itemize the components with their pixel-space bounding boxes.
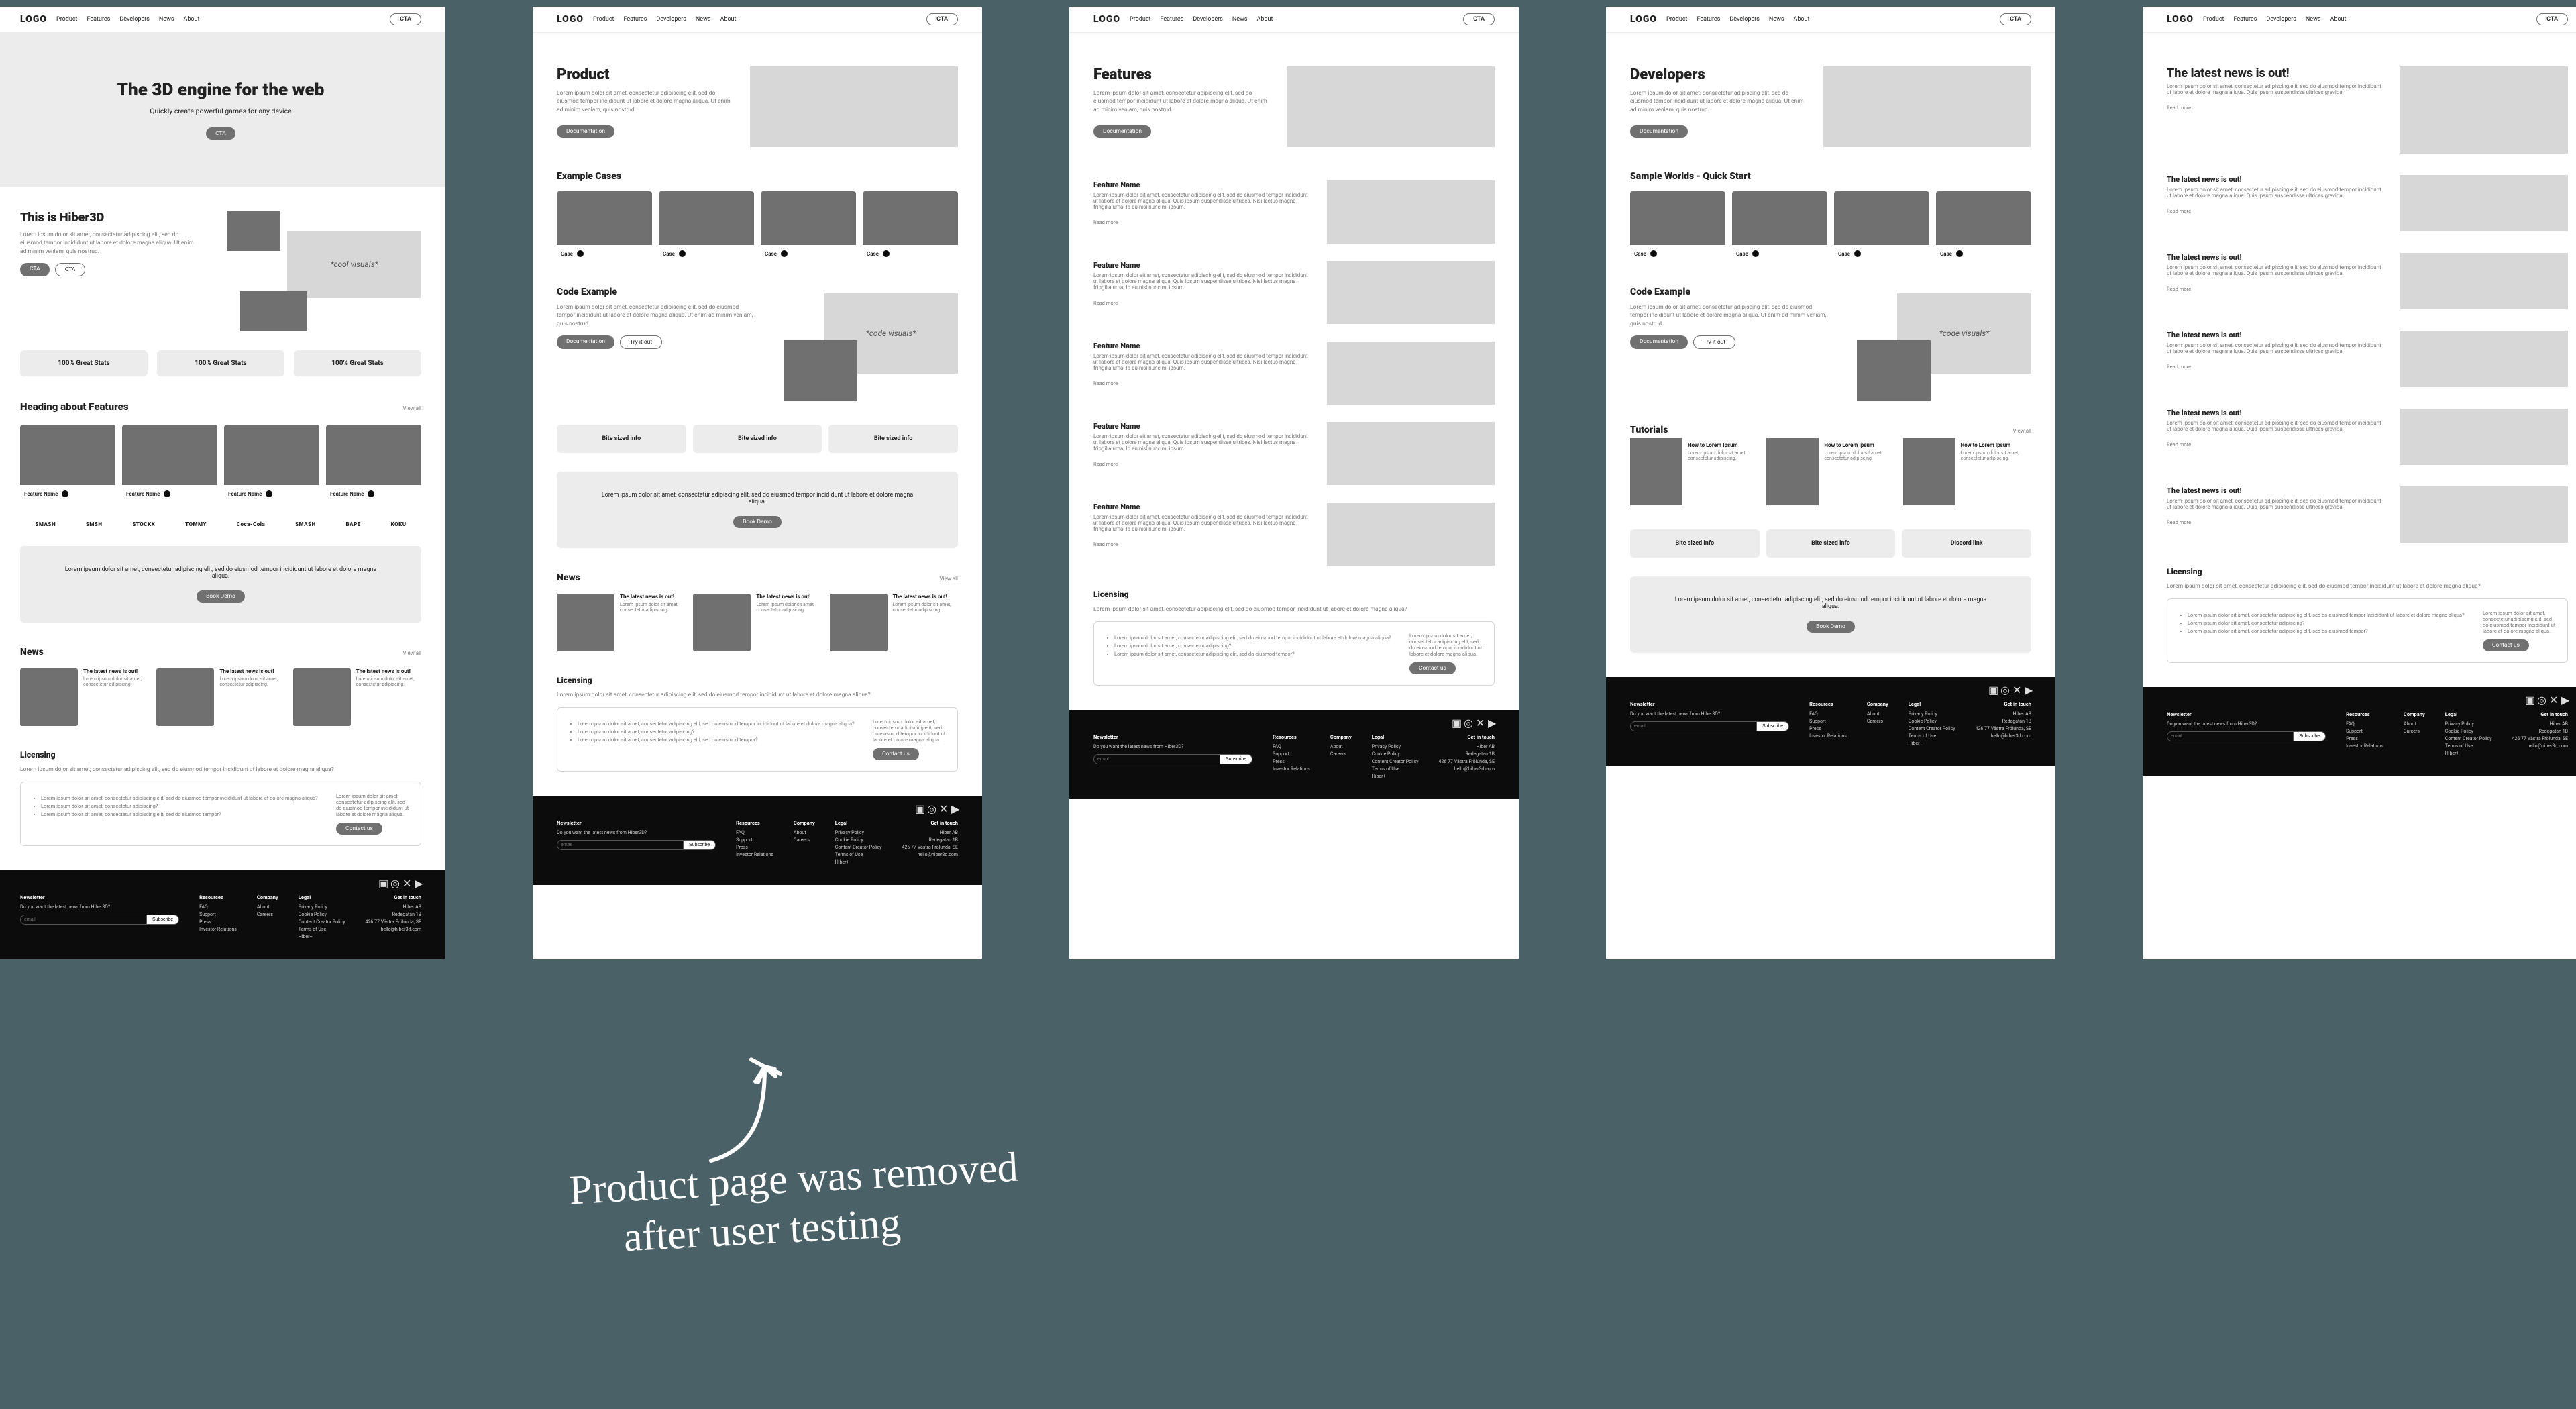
code-visual: *code visuals* [770, 293, 958, 401]
hiber-visual: *cool visuals* [213, 211, 421, 331]
dev-title: Developers [1630, 66, 1810, 83]
banner-copy: Lorem ipsum dolor sit amet, consectetur … [60, 566, 381, 580]
feature-list: Feature NameLorem ipsum dolor sit amet, … [1093, 180, 1495, 566]
nav-developers[interactable]: Developers [119, 16, 150, 23]
tutorial-card[interactable]: How to Lorem IpsumLorem ipsum dolor sit … [1903, 438, 2031, 505]
nav-cta[interactable]: CTA [390, 13, 421, 25]
code-heading: Code Example [557, 286, 757, 297]
feature-card[interactable]: Feature Name [20, 425, 115, 503]
page-product: LOGO ProductFeaturesDevelopersNewsAbout … [533, 7, 982, 959]
arrow-icon [266, 490, 272, 497]
tutorials-heading: Tutorials [1630, 425, 1668, 435]
view-all-features[interactable]: View all [402, 405, 421, 411]
subscribe-button[interactable]: Subscribe [147, 915, 179, 925]
case-card[interactable]: Case [863, 191, 958, 262]
hero-cta[interactable]: CTA [206, 127, 235, 140]
footer: ▣ ◎ ✕ ▶ Newsletter Do you want the lates… [0, 870, 445, 959]
tutorial-card[interactable]: How to Lorem IpsumLorem ipsum dolor sit … [1766, 438, 1894, 505]
documentation-button[interactable]: Documentation [557, 125, 614, 138]
stats-row: 100% Great Stats 100% Great Stats 100% G… [20, 350, 421, 376]
licensing-box: Lorem ipsum dolor sit amet, consectetur … [20, 782, 421, 846]
examples-heading: Example Cases [557, 171, 958, 182]
try-button[interactable]: Try it out [620, 335, 662, 349]
hiber-cta2[interactable]: CTA [55, 263, 86, 276]
hiber-cta1[interactable]: CTA [20, 263, 50, 276]
hero-title: The 3D engine for the web [20, 80, 421, 100]
top-nav: LOGO Product Features Developers News Ab… [0, 7, 445, 33]
feature-card[interactable]: Feature Name [122, 425, 217, 503]
stat-3: 100% Great Stats [294, 350, 421, 376]
page-news: LOGO ProductFeaturesDevelopersNewsAbout … [2143, 7, 2576, 959]
book-demo-button[interactable]: Book Demo [197, 590, 245, 603]
feature-row: Feature NameLorem ipsum dolor sit amet, … [1093, 180, 1495, 244]
features-heading: Heading about Features [20, 401, 129, 413]
arrow-icon [557, 1047, 825, 1181]
stat-2: 100% Great Stats [157, 350, 284, 376]
case-card[interactable]: Case [557, 191, 652, 262]
view-all-news[interactable]: View all [402, 650, 421, 656]
feature-card[interactable]: Feature Name [326, 425, 421, 503]
stat-1: 100% Great Stats [20, 350, 148, 376]
arrow-icon [62, 490, 68, 497]
arrow-icon [164, 490, 170, 497]
nav-features[interactable]: Features [87, 16, 111, 23]
tutorial-card[interactable]: How to Lorem IpsumLorem ipsum dolor sit … [1630, 438, 1758, 505]
worlds-heading: Sample Worlds - Quick Start [1630, 171, 2031, 182]
annotation: Product page was removed after user test… [557, 1047, 1362, 1184]
licensing-intro: Lorem ipsum dolor sit amet, consectetur … [20, 766, 356, 774]
news-item[interactable]: The latest news is out!Lorem ipsum dolor… [20, 668, 148, 726]
social-icons: ▣ ◎ ✕ ▶ [0, 870, 445, 890]
social-icon[interactable]: ▶ [415, 877, 421, 884]
product-title: Product [557, 66, 737, 83]
news-item[interactable]: The latest news is out!Lorem ipsum dolor… [156, 668, 284, 726]
bite-pill[interactable]: Bite sized info [693, 425, 822, 453]
wireframe-canvas: LOGO Product Features Developers News Ab… [0, 0, 2576, 1409]
news-row: The latest news is out!Lorem ipsum dolor… [20, 668, 421, 726]
news-item[interactable]: The latest news is out!Lorem ipsum dolor… [293, 668, 421, 726]
nav-product[interactable]: Product [56, 16, 77, 23]
features-hero-image [1287, 66, 1495, 147]
social-icon[interactable]: ✕ [402, 877, 409, 884]
social-icon[interactable]: ▣ [378, 877, 385, 884]
hiber-section: This is Hiber3D Lorem ipsum dolor sit am… [20, 211, 421, 331]
news-heading: News [20, 647, 44, 658]
bite-pill[interactable]: Bite sized info [828, 425, 958, 453]
hero: The 3D engine for the web Quickly create… [0, 33, 445, 187]
social-icon[interactable]: ◎ [390, 877, 397, 884]
partner-logos: SMASHSMSHSTOCKXTOMMY Coca-ColaSMASHBAPEK… [20, 521, 421, 527]
feature-cards: Feature Name Feature Name Feature Name F… [20, 425, 421, 503]
demo-banner: Lorem ipsum dolor sit amet, consectetur … [20, 546, 421, 623]
bite-pill[interactable]: Bite sized info [557, 425, 686, 453]
contact-us-button[interactable]: Contact us [336, 823, 382, 835]
case-card[interactable]: Case [659, 191, 754, 262]
logo[interactable]: LOGO [20, 14, 47, 25]
page-developers: LOGO ProductFeaturesDevelopersNewsAbout … [1606, 7, 2055, 959]
product-hero-image [750, 66, 958, 147]
discord-link[interactable]: Discord link [1902, 529, 2031, 558]
pages-row: LOGO Product Features Developers News Ab… [0, 7, 2576, 959]
nav-about[interactable]: About [184, 16, 200, 23]
licensing-heading: Licensing [20, 750, 421, 760]
arrow-icon [368, 490, 374, 497]
hero-sub: Quickly create powerful games for any de… [20, 107, 421, 115]
nav-news[interactable]: News [159, 16, 174, 23]
page-home: LOGO Product Features Developers News Ab… [0, 7, 445, 959]
annotation-text: Product page was removed after user test… [568, 1143, 1022, 1266]
doc-button[interactable]: Documentation [557, 335, 614, 349]
feature-card[interactable]: Feature Name [224, 425, 319, 503]
book-demo-button[interactable]: Book Demo [733, 516, 782, 528]
hiber-title: This is Hiber3D [20, 211, 200, 225]
news-block: The latest news is out!Lorem ipsum dolor… [2167, 66, 2568, 154]
hiber-copy: Lorem ipsum dolor sit amet, consectetur … [20, 231, 200, 256]
page-features: LOGO ProductFeaturesDevelopersNewsAbout … [1069, 7, 1519, 959]
case-card[interactable]: Case [761, 191, 856, 262]
features-title: Features [1093, 66, 1273, 83]
newsletter-input[interactable] [20, 915, 147, 925]
